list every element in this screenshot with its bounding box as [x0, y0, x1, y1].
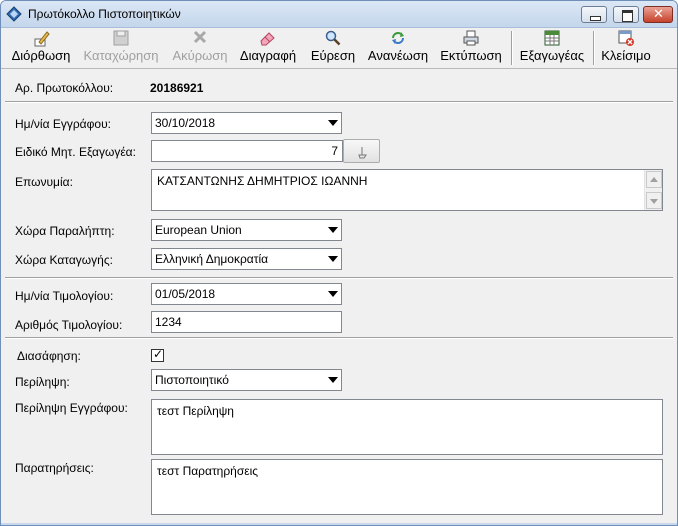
section-divider [5, 101, 673, 103]
company-name-field[interactable]: ΚΑΤΣΑΝΤΩΝΗΣ ΔΗΜΗΤΡΙΟΣ ΙΩΑΝΝΗ [151, 169, 663, 211]
check-icon: ✓ [153, 347, 164, 361]
lookup-hand-icon [358, 147, 367, 159]
remarks-field[interactable]: τεστ Παρατηρήσεις [151, 459, 663, 515]
clearance-checkbox[interactable]: ✓ [151, 347, 164, 362]
close-button[interactable]: Κλείσιμο [597, 30, 655, 67]
spreadsheet-icon [517, 30, 587, 48]
scroll-up-arrow-icon[interactable] [646, 171, 662, 188]
maximize-icon [614, 7, 638, 22]
dropdown-arrow-icon [328, 256, 338, 262]
invoice-date-picker[interactable]: 01/05/2018 [151, 283, 342, 305]
summary-select[interactable]: Πιστοποιητικό [151, 369, 342, 391]
eraser-icon [237, 30, 299, 48]
scrollbar[interactable] [644, 170, 662, 210]
minimize-button[interactable] [581, 6, 607, 23]
dropdown-arrow-icon [328, 120, 338, 126]
magnifier-icon [307, 30, 359, 48]
invoice-number-label: Αριθμός Τιμολογίου: [15, 318, 123, 332]
toolbar-separator [593, 31, 594, 65]
refresh-icon [365, 30, 431, 48]
invoice-date-label: Ημ/νία Τιμολογίου: [15, 289, 114, 303]
edit-button[interactable]: Διόρθωση [9, 30, 73, 67]
app-icon [6, 6, 22, 22]
printer-icon [437, 30, 505, 48]
company-name-label: Επωνυμία: [15, 175, 73, 189]
section-divider [5, 337, 673, 339]
save-disk-icon [81, 30, 161, 48]
window-title: Πρωτόκολλο Πιστοποιητικών [28, 7, 181, 21]
toolbar: Διόρθωση Καταχώρηση Ακύρωση Διαγραφή Εύρ… [1, 28, 677, 69]
section-divider [5, 277, 673, 279]
lookup-button[interactable] [343, 139, 380, 163]
summary-label: Περίληψη: [15, 375, 70, 389]
edit-pencil-icon [9, 30, 73, 48]
scroll-down-arrow-icon[interactable] [646, 192, 662, 209]
close-icon [644, 7, 672, 22]
document-date-picker[interactable]: 30/10/2018 [151, 112, 342, 134]
delete-button[interactable]: Διαγραφή [237, 30, 299, 67]
maximize-button[interactable] [613, 6, 639, 23]
print-button[interactable]: Εκτύπωση [437, 30, 505, 67]
close-window-icon [597, 30, 655, 48]
remarks-label: Παρατηρήσεις: [15, 461, 94, 475]
cancel-x-icon [169, 30, 231, 48]
origin-country-select[interactable]: Ελληνική Δημοκρατία [151, 248, 342, 270]
origin-country-label: Χώρα Καταγωγής: [15, 253, 113, 267]
title-bar[interactable]: Πρωτόκολλο Πιστοποιητικών [1, 1, 677, 28]
certificate-protocol-window: Πρωτόκολλο Πιστοποιητικών Διόρθωση Καταχ… [0, 0, 678, 526]
minimize-icon [582, 7, 606, 22]
dropdown-arrow-icon [328, 377, 338, 383]
find-button[interactable]: Εύρεση [307, 30, 359, 67]
exporter-button[interactable]: Εξαγωγέας [517, 30, 587, 67]
document-summary-label: Περίληψη Εγγράφου: [15, 401, 128, 415]
close-window-button[interactable] [643, 6, 673, 23]
dropdown-arrow-icon [328, 227, 338, 233]
form-panel: Αρ. Πρωτοκόλλου: 20186921 Ημ/νία Εγγράφο… [5, 71, 673, 523]
protocol-number-label: Αρ. Πρωτοκόλλου: [15, 81, 114, 95]
save-button[interactable]: Καταχώρηση [81, 30, 161, 67]
cancel-button[interactable]: Ακύρωση [169, 30, 231, 67]
document-date-label: Ημ/νία Εγγράφου: [15, 117, 111, 131]
exporter-registry-label: Ειδικό Μητ. Εξαγωγέα: [15, 145, 136, 159]
refresh-button[interactable]: Ανανέωση [365, 30, 431, 67]
protocol-number-value: 20186921 [150, 81, 204, 95]
recipient-country-label: Χώρα Παραλήπτη: [15, 224, 115, 238]
exporter-registry-field[interactable]: 7 [151, 140, 343, 162]
recipient-country-select[interactable]: European Union [151, 219, 342, 241]
toolbar-separator [511, 31, 512, 65]
document-summary-field[interactable]: τεστ Περίληψη [151, 399, 663, 455]
dropdown-arrow-icon [328, 291, 338, 297]
invoice-number-field[interactable]: 1234 [151, 311, 342, 333]
clearance-label: Διασάφηση: [17, 349, 81, 363]
